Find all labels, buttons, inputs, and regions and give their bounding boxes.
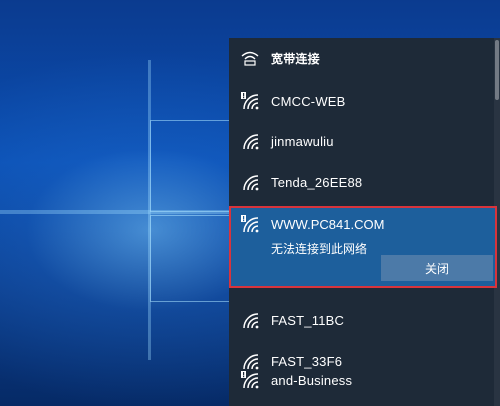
network-item-tenda[interactable]: Tenda_26EE88: [229, 162, 494, 202]
wifi-icon: [239, 131, 261, 151]
wifi-warning-icon: [239, 91, 261, 111]
network-ssid: CMCC-WEB: [271, 93, 346, 109]
network-ssid: jinmawuliu: [271, 133, 334, 149]
network-ssid: Tenda_26EE88: [271, 174, 363, 190]
network-item-selected[interactable]: WWW.PC841.COM 无法连接到此网络 关闭: [229, 206, 497, 288]
network-item-and-business[interactable]: and-Business: [229, 360, 494, 400]
broadband-icon: [239, 48, 261, 68]
wifi-warning-icon: [239, 370, 261, 390]
network-item-fast-11bc[interactable]: FAST_11BC: [229, 300, 494, 340]
wifi-icon: [239, 172, 261, 192]
wifi-warning-icon: [239, 214, 261, 234]
network-ssid: and-Business: [271, 372, 353, 388]
broadband-connection-item[interactable]: 宽带连接: [229, 38, 494, 78]
wallpaper-window-pane: [150, 215, 230, 302]
wifi-icon: [239, 310, 261, 330]
scrollbar-thumb[interactable]: [495, 40, 499, 100]
wallpaper-window-pane: [150, 120, 230, 212]
network-ssid: FAST_11BC: [271, 312, 345, 328]
network-item-jinmawuliu[interactable]: jinmawuliu: [229, 121, 494, 161]
broadband-label: 宽带连接: [271, 51, 320, 66]
close-button[interactable]: 关闭: [381, 255, 493, 281]
network-item-cmcc-web[interactable]: CMCC-WEB: [229, 81, 494, 121]
connection-status-text: 无法连接到此网络: [271, 242, 368, 256]
network-ssid: WWW.PC841.COM: [271, 216, 385, 232]
